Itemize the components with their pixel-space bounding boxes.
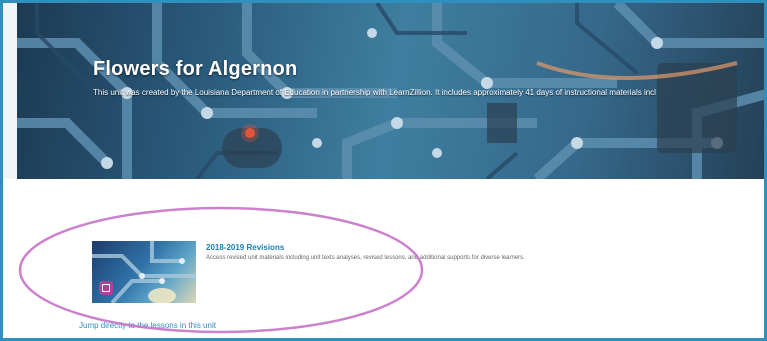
revisions-thumbnail[interactable] (92, 241, 196, 303)
revisions-description: Access revised unit materials including … (206, 255, 525, 261)
lesson-badge-icon (99, 281, 113, 295)
left-margin-strip (3, 3, 17, 179)
screenshot-frame: Flowers for Algernon This unit was creat… (0, 0, 767, 341)
revisions-title-link[interactable]: 2018-2019 Revisions (206, 243, 284, 252)
unit-title: Flowers for Algernon (93, 58, 298, 80)
unit-banner: Flowers for Algernon This unit was creat… (17, 3, 764, 179)
jump-to-lessons-link[interactable]: Jump directly to the lessons in this uni… (79, 321, 216, 330)
unit-description: This unit was created by the Louisiana D… (93, 88, 656, 97)
